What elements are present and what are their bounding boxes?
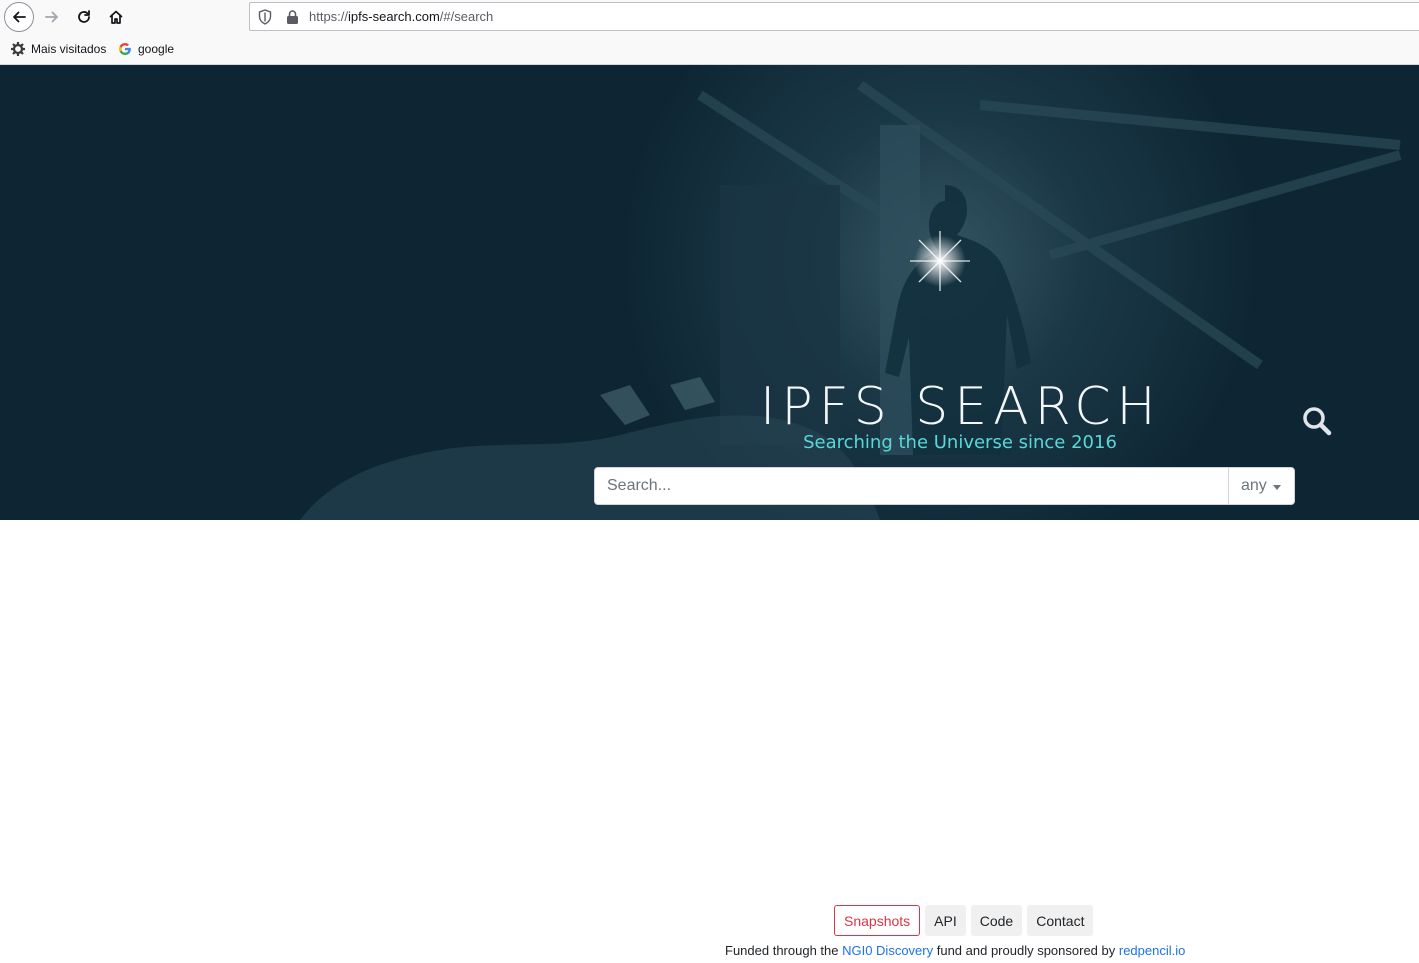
home-icon xyxy=(109,10,123,24)
hero-background-image xyxy=(0,65,1419,520)
ngi-discovery-link[interactable]: NGI0 Discovery xyxy=(842,943,933,958)
arrow-right-icon xyxy=(45,11,58,23)
arrow-left-icon xyxy=(13,11,26,23)
caret-down-icon xyxy=(1273,485,1281,490)
funding-middle: fund and proudly sponsored by xyxy=(933,943,1119,958)
address-bar[interactable]: https://ipfs-search.com/#/search xyxy=(249,2,1419,31)
url-host: ipfs-search.com xyxy=(348,9,440,24)
forward-button[interactable] xyxy=(37,2,67,32)
search-form: any xyxy=(594,467,1295,505)
url-text: https://ipfs-search.com/#/search xyxy=(309,9,493,24)
shield-icon[interactable] xyxy=(258,9,272,25)
funding-prefix: Funded through the xyxy=(725,943,843,958)
back-button[interactable] xyxy=(4,2,34,32)
redpencil-link[interactable]: redpencil.io xyxy=(1119,943,1186,958)
footer-nav: Snapshots API Code Contact xyxy=(834,905,1094,936)
magnifier-icon xyxy=(1303,407,1332,436)
type-dropdown-value: any xyxy=(1241,477,1267,494)
url-prefix: https:// xyxy=(309,9,349,24)
reload-button[interactable] xyxy=(69,2,99,32)
site-tagline: Searching the Universe since 2016 xyxy=(803,432,1117,453)
footer-link-snapshots[interactable]: Snapshots xyxy=(834,905,921,936)
site-title: IPFS SEARCH xyxy=(760,377,1162,437)
search-button[interactable] xyxy=(1301,405,1333,437)
bookmarks-bar: Mais visitados google xyxy=(0,34,1419,65)
bookmark-label: Mais visitados xyxy=(31,42,107,56)
home-button[interactable] xyxy=(101,2,131,32)
bookmark-most-visited[interactable]: Mais visitados xyxy=(11,42,106,56)
reload-icon xyxy=(78,10,90,23)
hero-banner: IPFS SEARCH Searching the Universe since… xyxy=(0,65,1419,520)
bookmark-google[interactable]: google xyxy=(118,42,174,56)
bookmark-label: google xyxy=(138,42,175,56)
footer-link-code[interactable]: Code xyxy=(970,905,1023,936)
footer-link-contact[interactable]: Contact xyxy=(1027,905,1094,936)
search-input[interactable] xyxy=(594,467,1230,505)
funding-notice: Funded through the NGI0 Discovery fund a… xyxy=(725,943,1185,958)
type-dropdown[interactable]: any xyxy=(1228,467,1295,505)
google-icon xyxy=(119,43,131,55)
gear-icon xyxy=(11,42,25,56)
browser-toolbar: https://ipfs-search.com/#/search xyxy=(0,0,1419,34)
url-path: /#/search xyxy=(439,9,494,24)
lock-icon[interactable] xyxy=(286,9,299,25)
footer-link-api[interactable]: API xyxy=(925,905,966,936)
